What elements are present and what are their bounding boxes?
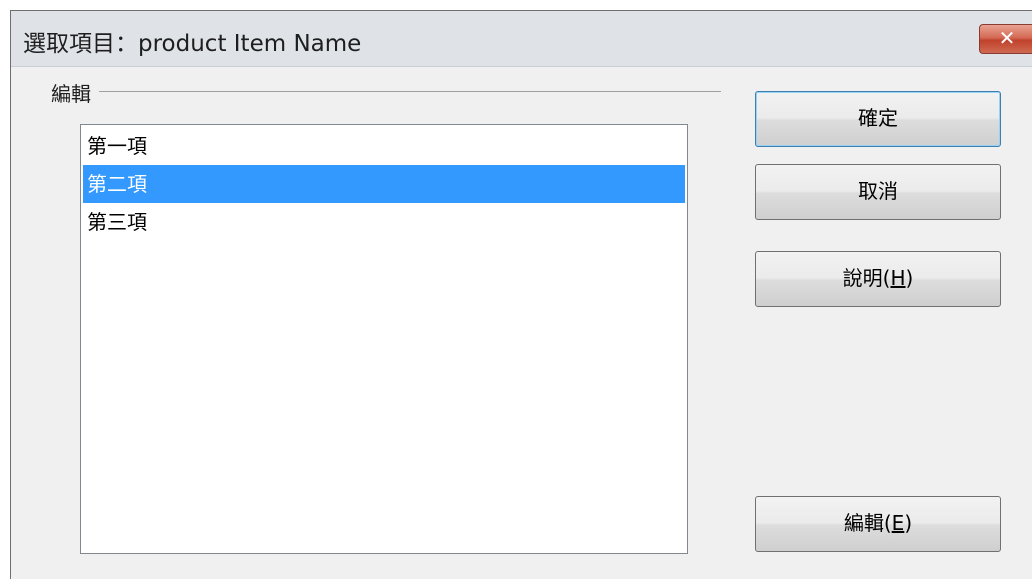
help-button-accelerator: H bbox=[890, 266, 906, 290]
cancel-button[interactable]: 取消 bbox=[755, 164, 1001, 220]
edit-button-accelerator: E bbox=[891, 511, 905, 535]
edit-button-label-after: ) bbox=[904, 511, 913, 535]
list-item-selected[interactable]: 第二項 bbox=[83, 165, 685, 203]
close-icon: ✕ bbox=[998, 26, 1016, 50]
title-bar[interactable]: 選取項目：product Item Name ✕ bbox=[11, 11, 1032, 67]
group-divider bbox=[51, 91, 721, 92]
edit-button[interactable]: 編輯(E) bbox=[755, 496, 1001, 552]
ok-button-label: 確定 bbox=[858, 106, 898, 130]
cancel-button-label: 取消 bbox=[858, 179, 898, 203]
list-item[interactable]: 第三項 bbox=[83, 203, 685, 241]
help-button-label-after: ) bbox=[905, 266, 914, 290]
close-button[interactable]: ✕ bbox=[979, 24, 1032, 54]
dialog-window: 選取項目：product Item Name ✕ 編輯 第一項 第二項 第三項 … bbox=[10, 10, 1032, 579]
help-button[interactable]: 說明(H) bbox=[755, 251, 1001, 307]
edit-button-label-before: 編輯( bbox=[843, 511, 892, 535]
group-label: 編輯 bbox=[51, 78, 99, 107]
item-listbox[interactable]: 第一項 第二項 第三項 bbox=[80, 124, 688, 554]
window-title: 選取項目：product Item Name bbox=[23, 31, 362, 57]
list-item[interactable]: 第一項 bbox=[83, 127, 685, 165]
ok-button[interactable]: 確定 bbox=[755, 91, 1001, 147]
help-button-label-before: 說明( bbox=[842, 266, 891, 290]
